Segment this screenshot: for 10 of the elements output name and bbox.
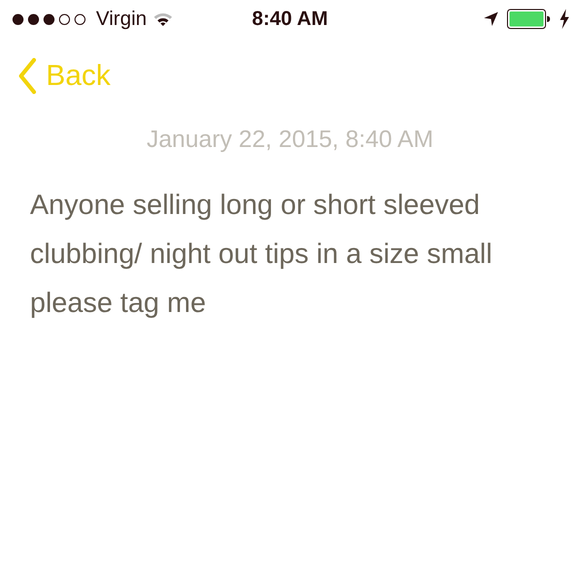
wifi-icon	[152, 12, 173, 26]
chevron-left-icon	[18, 58, 36, 94]
note-date: January 22, 2015, 8:40 AM	[146, 126, 434, 154]
clock-time: 8:40 AM	[252, 8, 328, 30]
note-text: Anyone selling long or short sleeved clubbing/ night out tips in a size small please tag me	[29, 188, 494, 320]
carrier-name: Virgin	[96, 8, 147, 30]
back-button[interactable]: Back	[18, 58, 110, 94]
charging-bolt-icon	[559, 9, 570, 29]
location-arrow-icon	[483, 11, 499, 27]
battery-icon	[507, 9, 551, 29]
